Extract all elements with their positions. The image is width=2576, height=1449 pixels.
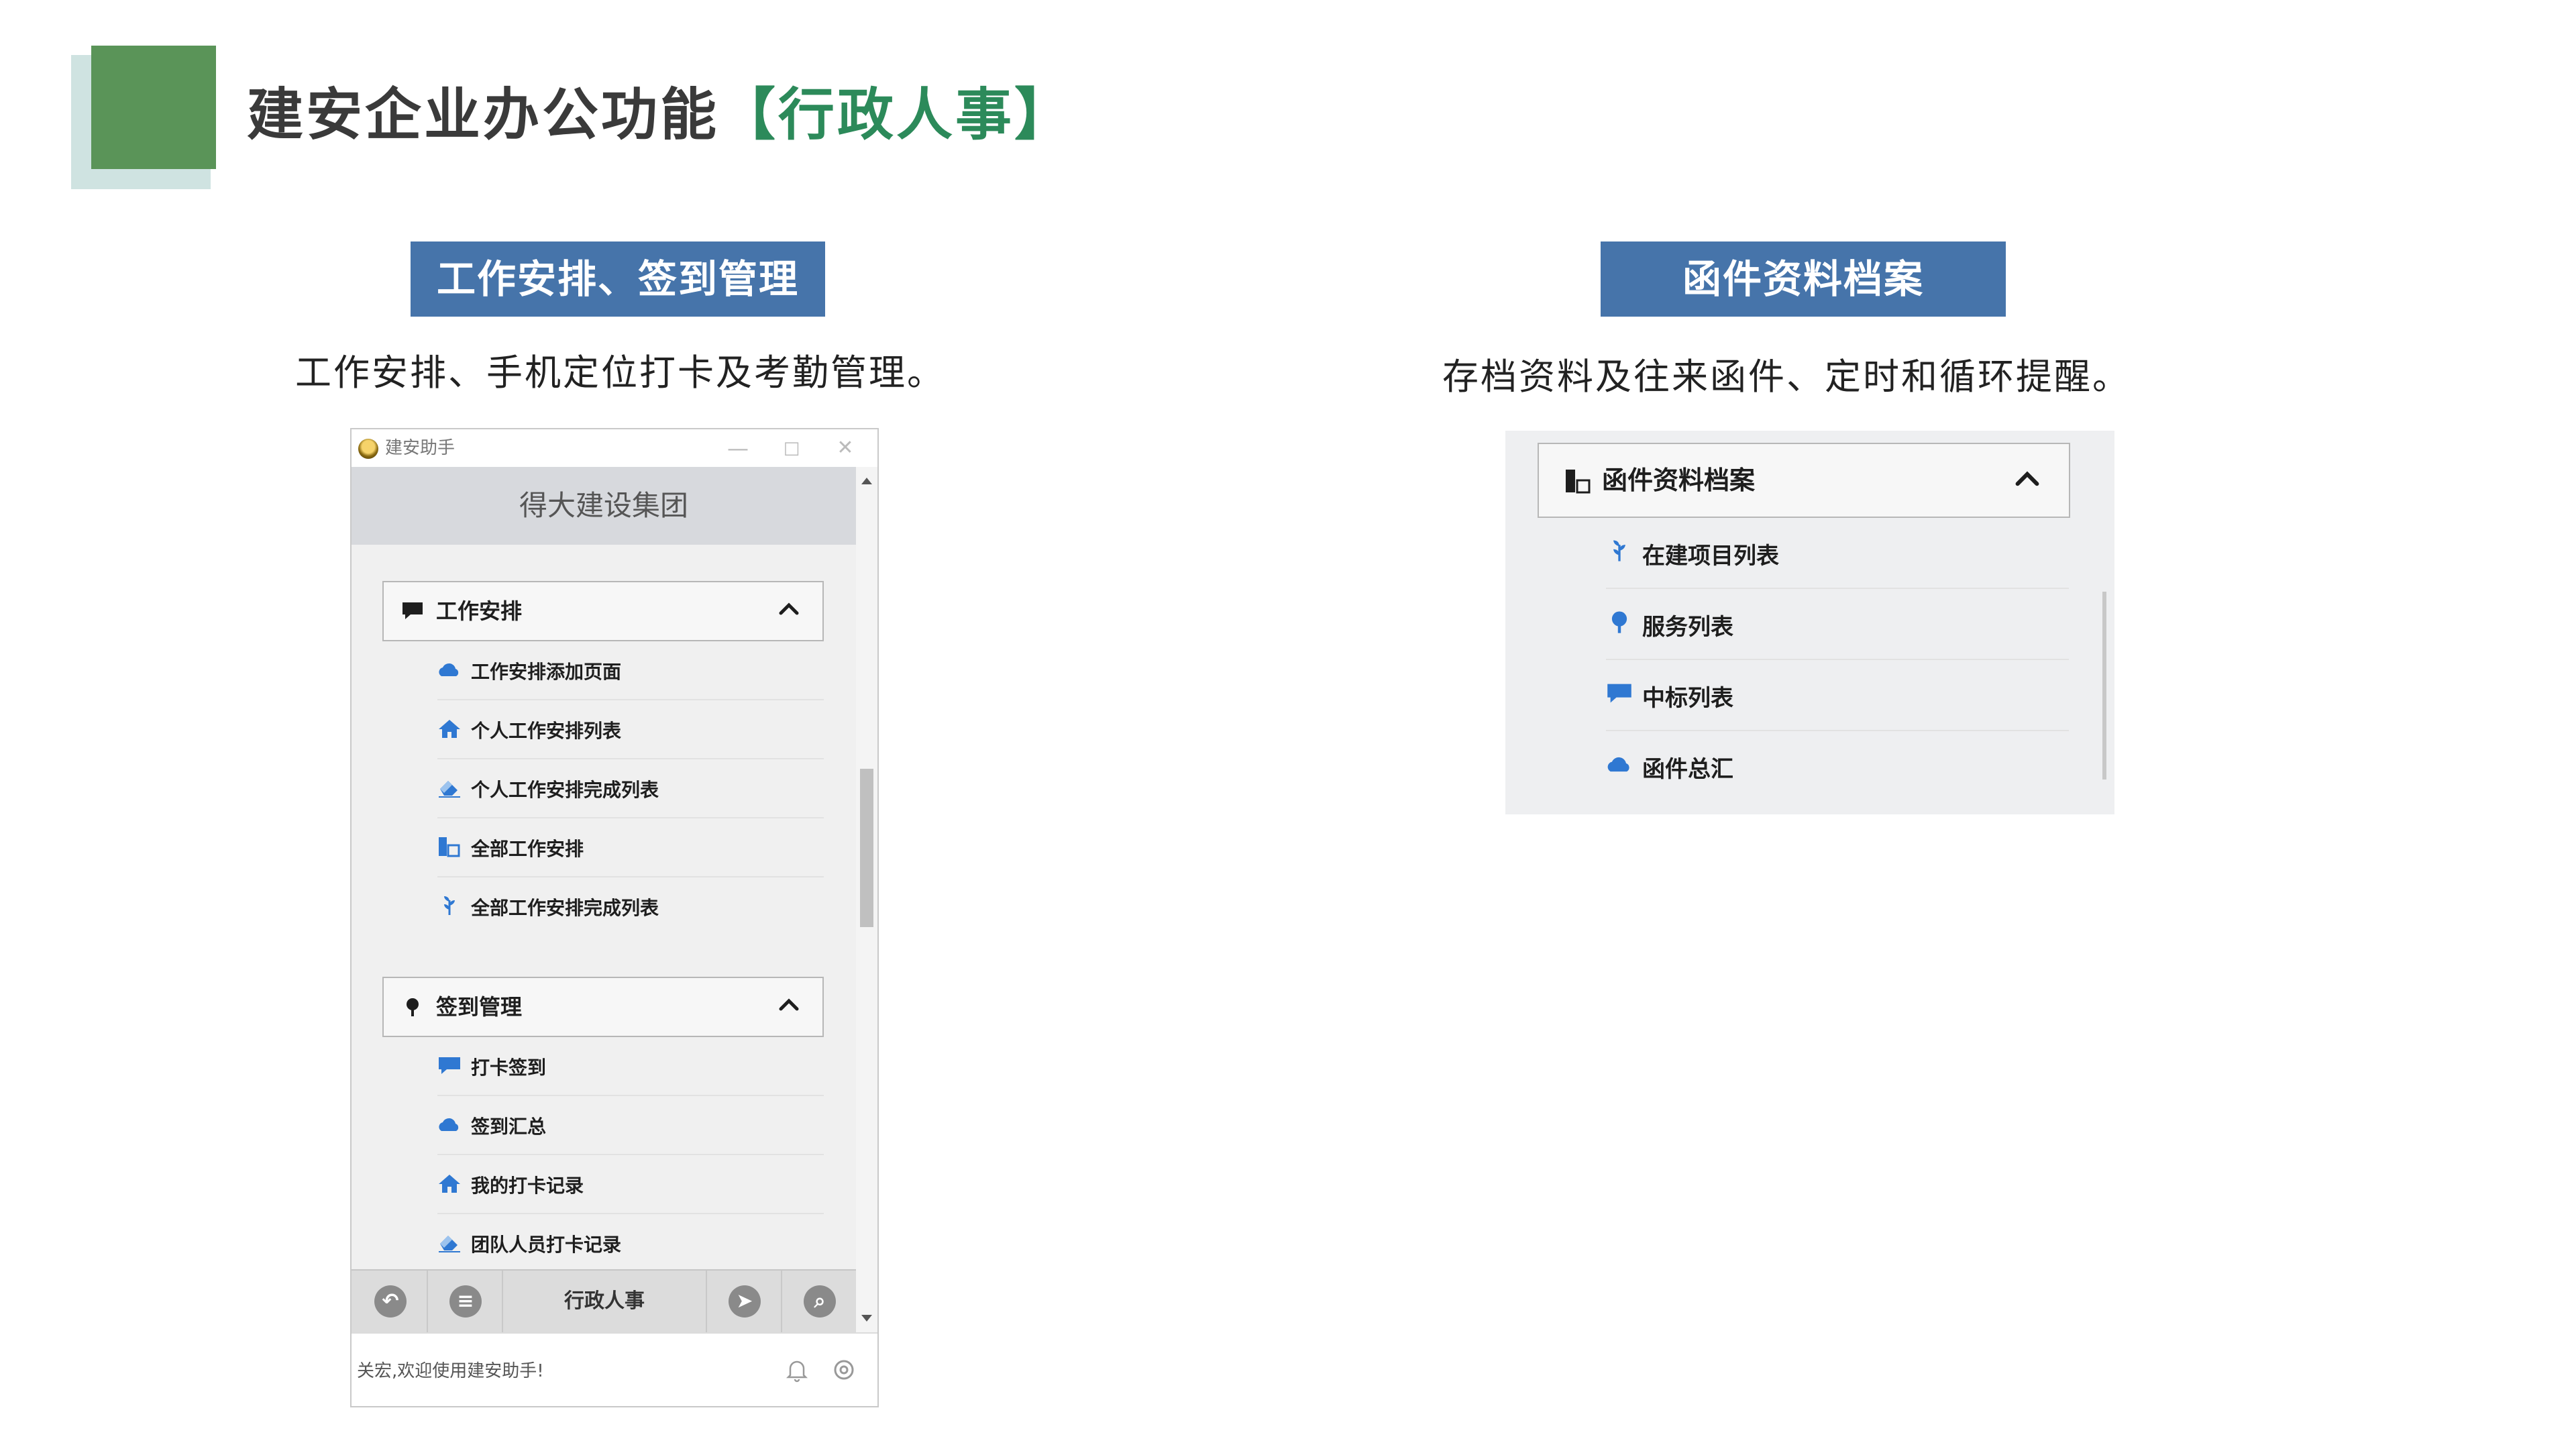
menu-content-area: 得大建设集团 工作安排 工作安排添加页面 个人工作安排列表 个人工作安排完成列表… [352,467,856,1332]
menu-item-label: 全部工作安排 [471,838,584,860]
group-header-work-schedule[interactable]: 工作安排 [382,581,824,641]
menu-item-check-in-summary[interactable]: 签到汇总 [437,1096,824,1155]
welcome-message: 关宏,欢迎使用建安助手! [357,1361,544,1381]
module-label-button[interactable]: 行政人事 [503,1271,707,1332]
menu-item-winning-bid-list[interactable]: 中标列表 [1606,660,2069,731]
cloud-icon [439,663,459,676]
minimize-button[interactable]: — [718,433,758,463]
org-name-header: 得大建设集团 [352,467,856,545]
menu-item-personal-completed-list[interactable]: 个人工作安排完成列表 [437,759,824,818]
menu-item-label: 我的打卡记录 [471,1175,584,1197]
chevron-up-icon[interactable] [2011,463,2043,495]
menu-item-team-check-in-records[interactable]: 团队人员打卡记录 [437,1214,824,1273]
cloud-icon [1607,757,1629,772]
scrollbar[interactable] [856,467,877,1332]
group-header-check-in[interactable]: 签到管理 [382,977,824,1037]
menu-item-label: 个人工作安排完成列表 [471,779,659,801]
eraser-icon [439,1236,460,1252]
menu-item-label: 函件总汇 [1642,756,1733,783]
settings-icon[interactable] [830,1356,857,1383]
tree-icon [407,998,419,1016]
title-decoration-square [91,46,216,169]
tree-icon [1611,611,1627,633]
send-icon: ➤ [729,1285,761,1318]
eraser-icon [439,781,460,798]
bottom-toolbar: ↶ ≡ 行政人事 ➤ ⌕ [352,1269,856,1332]
group-label-work-schedule: 工作安排 [436,598,523,624]
window-title: 建安助手 [385,438,455,458]
menu-item-label: 个人工作安排列表 [471,720,622,742]
menu-item-label: 签到汇总 [471,1116,547,1138]
back-button[interactable]: ↶ [352,1271,428,1332]
close-button[interactable]: ✕ [825,433,865,463]
chevron-up-icon[interactable] [775,596,802,623]
sprout-icon [444,896,455,915]
section-description-work-schedule: 工作安排、手机定位打卡及考勤管理。 [295,352,945,394]
search-icon: ⌕ [804,1285,836,1318]
slide-title-main: 建安企业办公功能 [247,82,720,148]
menu-item-projects-under-construction[interactable]: 在建项目列表 [1606,518,2069,589]
menu-item-all-completed-list[interactable]: 全部工作安排完成列表 [437,877,824,936]
sprout-icon [1613,540,1625,561]
maximize-button[interactable]: □ [771,433,812,463]
menu-item-service-list[interactable]: 服务列表 [1606,589,2069,660]
home-icon [439,1175,460,1193]
scroll-up-arrow-icon[interactable] [861,478,872,484]
scrollbar-thumb[interactable] [2102,592,2106,780]
window-titlebar: 建安助手 — □ ✕ [352,429,877,467]
menu-item-label: 服务列表 [1642,614,1733,641]
archive-menu-panel: 函件资料档案 在建项目列表 服务列表 中标列表 函件总汇 [1505,431,2114,814]
bell-icon[interactable] [784,1356,810,1383]
app-logo-icon [358,439,378,459]
send-button[interactable]: ➤ [707,1271,782,1332]
menu-item-my-check-in-records[interactable]: 我的打卡记录 [437,1155,824,1214]
status-bar: 关宏,欢迎使用建安助手! [352,1332,877,1406]
menu-item-label: 全部工作安排完成列表 [471,897,659,919]
back-icon: ↶ [374,1285,407,1318]
menu-item-label: 中标列表 [1642,685,1733,712]
app-window: 建安助手 — □ ✕ 得大建设集团 工作安排 工作安排添加页面 个人工作安排列表… [350,428,879,1407]
scrollbar-thumb[interactable] [860,769,873,927]
comment-icon [1607,684,1631,703]
scroll-down-arrow-icon[interactable] [861,1315,872,1322]
section-badge-archives: 函件资料档案 [1601,241,2006,317]
search-button[interactable]: ⌕ [782,1271,856,1332]
menu-item-personal-schedule-list[interactable]: 个人工作安排列表 [437,700,824,759]
group-label-archives: 函件资料档案 [1602,466,1756,495]
menu-item-all-work-schedule[interactable]: 全部工作安排 [437,818,824,877]
menu-item-add-work-schedule[interactable]: 工作安排添加页面 [437,641,824,700]
slide-title: 建安企业办公功能【行政人事】 [247,71,1073,158]
cloud-icon [439,1118,459,1131]
menu-icon: ≡ [449,1285,482,1318]
building-icon [1566,470,1591,494]
group-header-archives[interactable]: 函件资料档案 [1538,443,2070,518]
toolbar-module-label: 行政人事 [564,1289,645,1313]
menu-item-label: 打卡签到 [471,1057,547,1079]
home-icon [439,720,460,738]
section-badge-work-schedule: 工作安排、签到管理 [411,241,825,317]
group-label-check-in: 签到管理 [436,994,523,1020]
building-icon [439,837,460,857]
menu-item-label: 团队人员打卡记录 [471,1234,622,1256]
menu-item-label: 在建项目列表 [1642,543,1779,570]
chevron-up-icon[interactable] [775,991,802,1018]
slide-title-accent: 【行政人事】 [719,82,1074,148]
menu-item-label: 工作安排添加页面 [471,661,622,683]
section-description-archives: 存档资料及往来函件、定时和循环提醒。 [1442,356,2131,398]
comment-icon [439,1057,460,1074]
menu-item-correspondence-summary[interactable]: 函件总汇 [1606,731,2069,802]
comment-icon [402,602,423,619]
menu-item-check-in[interactable]: 打卡签到 [437,1037,824,1096]
menu-button[interactable]: ≡ [428,1271,503,1332]
